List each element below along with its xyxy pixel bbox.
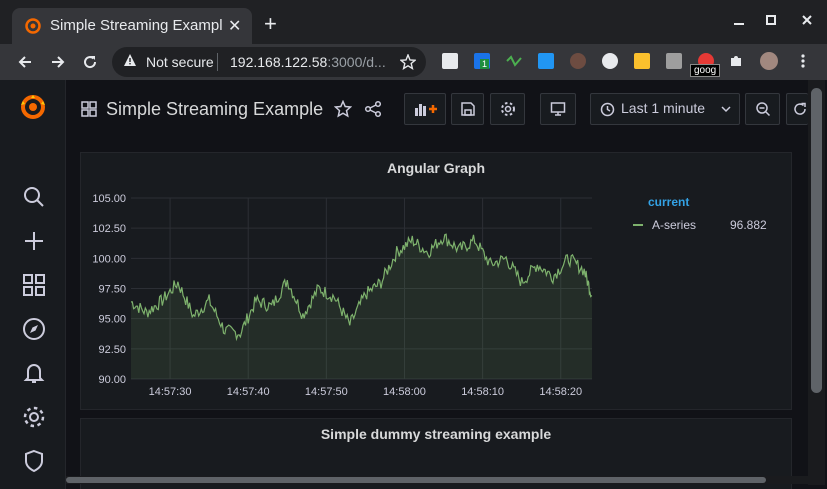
x-tick-label: 14:58:00 [383,386,426,398]
vertical-scrollbar[interactable] [808,80,825,485]
series-area-fill [131,234,592,379]
address-bar[interactable]: Not secure 192.168.122.58:3000/d... [112,47,426,77]
maximize-icon[interactable] [765,14,777,26]
reload-icon[interactable] [81,53,99,71]
forward-arrow-icon[interactable] [49,53,67,71]
extension-b-icon[interactable] [442,53,458,69]
warning-icon [124,54,136,66]
browser-tab[interactable]: Simple Streaming Example ✕ [12,8,252,44]
x-tick-label: 14:57:30 [149,386,192,398]
profile-avatar[interactable] [760,52,778,70]
grafana-favicon-icon [25,18,41,34]
url-separator [217,53,218,71]
horizontal-scrollbar[interactable] [66,476,808,484]
extensions-puzzle-icon[interactable] [728,53,744,69]
y-tick-label: 90.00 [98,374,126,386]
security-label[interactable]: Not secure [146,54,214,70]
minimize-icon[interactable] [733,14,745,26]
url-host: 192.168.122.58 [230,54,328,70]
back-arrow-icon[interactable] [16,53,34,71]
x-tick-label: 14:58:10 [461,386,504,398]
extension-doc-icon[interactable] [666,53,682,69]
x-tick-label: 14:57:50 [305,386,348,398]
legend-series-name[interactable]: A-series [652,218,696,232]
y-tick-label: 102.50 [92,223,126,235]
y-tick-label: 105.00 [92,193,126,205]
x-tick-label: 14:57:40 [227,386,270,398]
y-tick-label: 97.50 [98,284,126,296]
legend-series-swatch[interactable] [633,224,643,226]
extension-wave-icon[interactable] [506,53,522,69]
bookmark-star-icon[interactable] [400,54,416,70]
extension-broom-icon[interactable] [634,53,650,69]
extension-cookie-icon[interactable] [570,53,586,69]
tab-title: Simple Streaming Example [50,17,222,34]
horizontal-scroll-thumb[interactable] [66,477,766,483]
y-tick-label: 95.00 [98,314,126,326]
browser-titlebar: Simple Streaming Example ✕ + [0,0,827,44]
panel-title[interactable]: Simple dummy streaming example [81,426,791,442]
new-tab-button[interactable]: + [264,13,277,35]
extension-badge-icon[interactable]: 1 [474,53,490,69]
url-text[interactable]: 192.168.122.58:3000/d... [230,54,390,70]
extension-badge-count: 1 [480,59,490,69]
legend-series-value: 96.882 [730,218,767,232]
extension-tooltip: goog [690,64,721,77]
legend-header-current[interactable]: current [648,195,689,209]
vertical-scroll-thumb[interactable] [811,88,822,393]
y-tick-label: 92.50 [98,344,126,356]
x-tick-label: 14:58:20 [539,386,582,398]
extension-window-icon[interactable] [538,53,554,69]
chrome-menu-icon[interactable] [795,53,811,69]
tab-close-icon[interactable]: ✕ [228,16,241,36]
window-close-icon[interactable] [801,14,813,26]
grafana-page: Simple Streaming Example Last 1 minute A… [0,80,827,489]
y-tick-label: 100.00 [92,253,126,265]
extension-github-icon[interactable] [602,53,618,69]
url-path: :3000/d... [327,54,386,70]
